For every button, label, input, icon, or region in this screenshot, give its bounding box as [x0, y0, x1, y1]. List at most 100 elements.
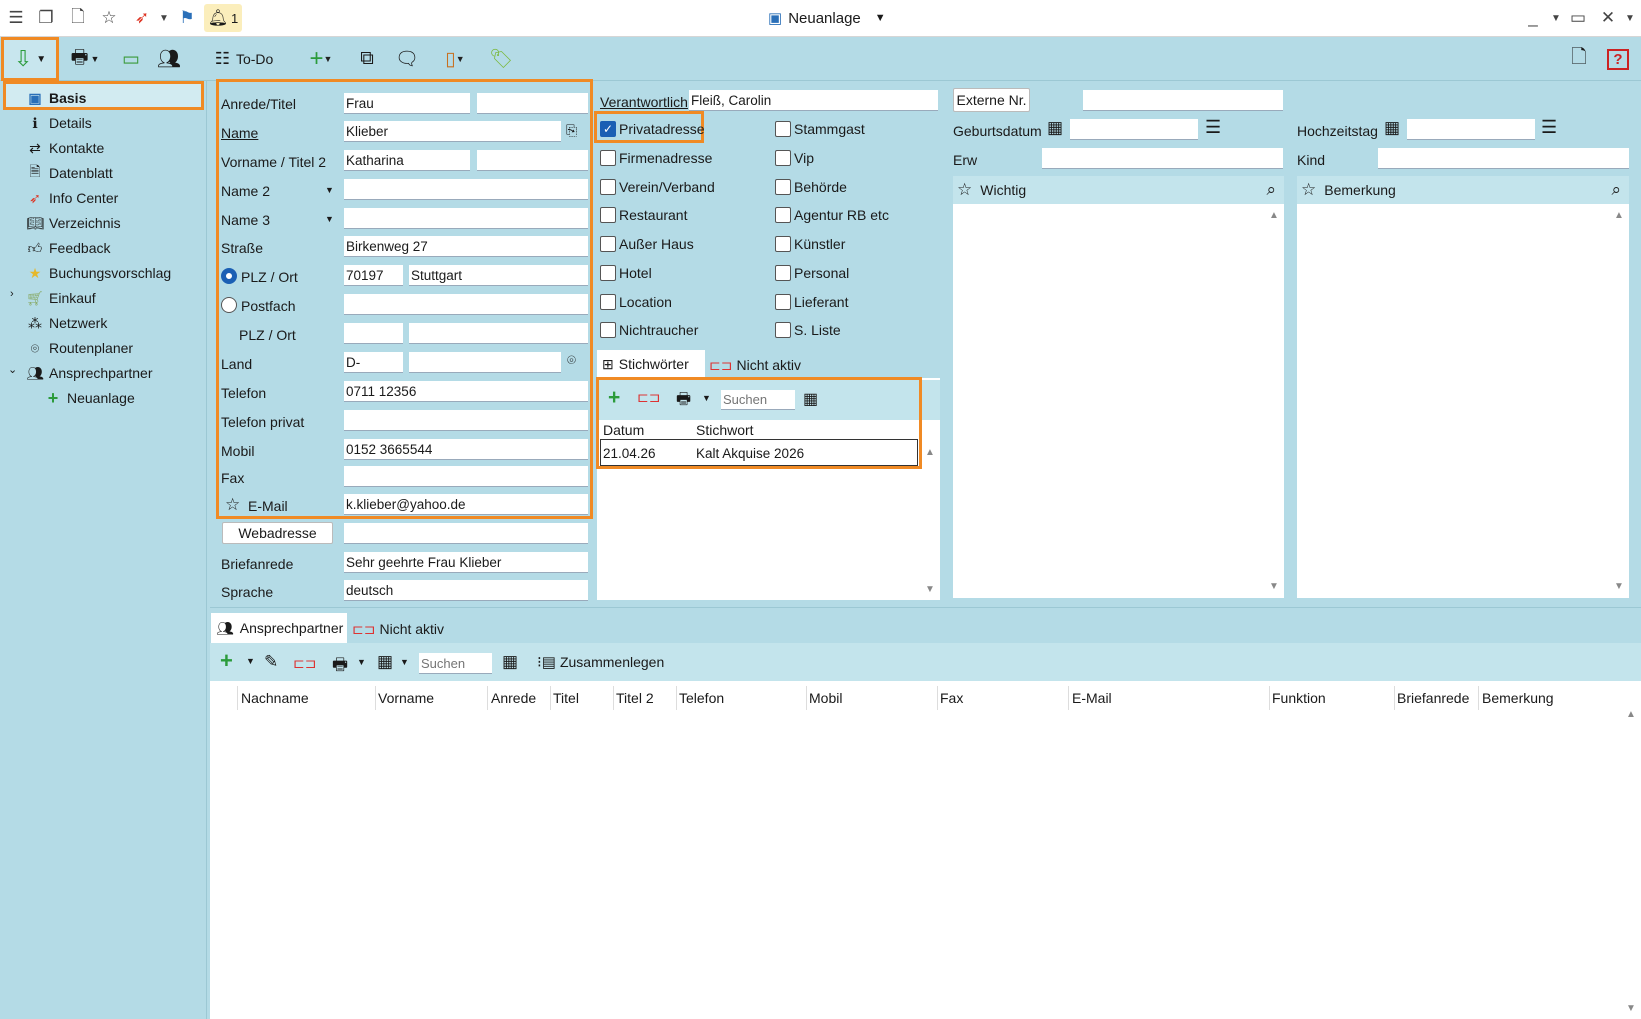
column-funktion[interactable]: Funktion [1272, 690, 1326, 706]
s-liste-checkbox[interactable] [775, 322, 791, 338]
history-button[interactable]: 🗋 [1563, 44, 1595, 74]
scroll-down-icon[interactable]: ▼ [1269, 581, 1279, 592]
titel-field[interactable] [477, 93, 588, 114]
verantwortlich-label-link[interactable]: Verantwortlich [600, 94, 688, 110]
deactivate-icon[interactable]: ⊏⊐ [293, 655, 316, 672]
help-button[interactable]: ? [1605, 44, 1631, 74]
kuenstler-checkbox[interactable] [775, 236, 791, 252]
anrede-field[interactable]: Frau [344, 93, 470, 114]
column-nachname[interactable]: Nachname [241, 690, 309, 706]
zoom-icon[interactable]: ⌕ [1266, 180, 1276, 200]
plz-field[interactable]: 70197 [344, 265, 403, 286]
mobil-field[interactable]: 0152 3665544 [344, 439, 588, 460]
webadresse-field[interactable] [344, 523, 588, 544]
zoom-icon[interactable]: ⌕ [1611, 180, 1621, 200]
postfach-radio[interactable] [221, 297, 237, 313]
webadresse-button[interactable]: Webadresse [222, 522, 333, 544]
nichtraucher-checkbox[interactable] [600, 322, 616, 338]
chevron-down-icon[interactable]: ▼ [400, 657, 409, 667]
duplicate-check-icon[interactable]: ⎘ [566, 122, 577, 139]
maximize-icon[interactable]: ▭ [1566, 7, 1590, 29]
sidebar-item-netzwerk[interactable]: ⁂ Netzwerk [26, 311, 107, 335]
column-mobil[interactable]: Mobil [809, 690, 842, 706]
land-name-field[interactable] [409, 352, 561, 373]
hochzeitstag-field[interactable] [1407, 119, 1535, 140]
ort-field[interactable]: Stuttgart [409, 265, 588, 286]
star-outline-icon[interactable]: ☆ [225, 495, 240, 515]
name2-field[interactable] [344, 179, 588, 200]
minimize-icon[interactable]: _ [1521, 7, 1545, 29]
ausser-haus-checkbox[interactable] [600, 236, 616, 252]
map-pin-icon[interactable]: ⌾ [567, 352, 576, 369]
scroll-down-icon[interactable]: ▼ [925, 584, 935, 595]
contact-search-input[interactable] [419, 653, 492, 674]
strasse-field[interactable]: Birkenweg 27 [344, 236, 588, 257]
scroll-up-icon[interactable]: ▲ [1269, 210, 1279, 221]
column-telefon[interactable]: Telefon [679, 690, 724, 706]
verantwortlich-field[interactable]: Fleiß, Carolin [689, 90, 938, 111]
table-export-icon[interactable]: ▦ [502, 652, 518, 672]
save-button[interactable]: ⇩ ▼ [1, 37, 59, 81]
agentur-checkbox[interactable] [775, 207, 791, 223]
chevron-down-icon[interactable]: ▼ [91, 54, 100, 64]
hotel-checkbox[interactable] [600, 265, 616, 281]
add-contact-icon[interactable]: + [220, 648, 233, 674]
sidebar-item-kontakte[interactable]: ⇄ Kontakte [26, 136, 104, 160]
column-datum[interactable]: Datum [603, 422, 644, 438]
telefon-field[interactable]: 0711 12356 [344, 381, 588, 402]
tag-button[interactable]: ▭ [114, 44, 148, 74]
vorname-field[interactable]: Katharina [344, 150, 470, 171]
label-tag-button[interactable]: 🏷︎ [486, 44, 516, 74]
geburtsdatum-field[interactable] [1070, 119, 1198, 140]
lieferant-checkbox[interactable] [775, 294, 791, 310]
todo-button[interactable]: ☷ To-Do [208, 44, 280, 74]
copy-button[interactable]: ⧉ [354, 44, 380, 74]
tab-ansprechpartner[interactable]: 👥︎ Ansprechpartner [211, 613, 347, 643]
flag-icon[interactable]: ⚑ [175, 7, 199, 29]
sidebar-item-verzeichnis[interactable]: 📖︎ Verzeichnis [26, 211, 120, 235]
restaurant-checkbox[interactable] [600, 207, 616, 223]
verein-checkbox[interactable] [600, 179, 616, 195]
chevron-down-icon[interactable]: ▼ [357, 657, 366, 667]
column-vorname[interactable]: Vorname [378, 690, 434, 706]
favorite-star-icon[interactable]: ☆ [97, 7, 121, 29]
sidebar-item-einkauf[interactable]: 🛒︎ Einkauf [26, 286, 96, 310]
firmenadresse-checkbox[interactable] [600, 150, 616, 166]
scroll-up-icon[interactable]: ▲ [1626, 709, 1636, 720]
behoerde-checkbox[interactable] [775, 179, 791, 195]
fax-field[interactable] [344, 466, 588, 487]
tab-nicht-aktiv[interactable]: ⊏⊐ Nicht aktiv [707, 352, 803, 378]
column-anrede[interactable]: Anrede [491, 690, 536, 706]
titel2-field[interactable] [477, 150, 588, 171]
close-icon[interactable]: ✕ [1596, 7, 1620, 29]
sidebar-item-buchungsvorschlag[interactable]: ★ Buchungsvorschlag [26, 261, 171, 285]
calendar-icon[interactable]: ▦ [1047, 118, 1063, 138]
kind-field[interactable] [1378, 148, 1629, 169]
sidebar-item-info-center[interactable]: ➶ Info Center [26, 186, 118, 210]
printer-icon[interactable]: 🖶︎ [332, 652, 348, 681]
windows-icon[interactable]: ❐ [34, 7, 58, 29]
column-titel[interactable]: Titel [553, 690, 579, 706]
clipboard-button[interactable]: ▯ ▼ [436, 44, 474, 74]
tab-stichwoerter[interactable]: ⊞ Stichwörter [597, 350, 705, 378]
sidebar-item-neuanlage[interactable]: + Neuanlage [44, 386, 135, 410]
plz-postfach-field[interactable] [344, 323, 403, 344]
chevron-down-icon[interactable]: ▼ [246, 656, 255, 666]
tab-ansprechpartner-nicht-aktiv[interactable]: ⊏⊐ Nicht aktiv [352, 615, 448, 643]
chevron-down-icon[interactable]: ▼ [1544, 7, 1568, 29]
notification-button[interactable]: 🔔︎ 1 [204, 4, 242, 32]
erw-field[interactable] [1042, 148, 1283, 169]
postfach-field[interactable] [344, 294, 588, 315]
scroll-down-icon[interactable]: ▼ [1626, 1003, 1636, 1014]
chevron-down-icon[interactable]: ▼ [1618, 7, 1641, 29]
sidebar-item-feedback[interactable]: 👍︎ Feedback [26, 236, 111, 260]
print-button[interactable]: 🖶︎ ▼ [64, 44, 106, 74]
plz-ort-radio[interactable] [221, 268, 237, 284]
externe-nr-button[interactable]: Externe Nr. [953, 88, 1030, 112]
chevron-down-icon[interactable]: ▼ [36, 54, 46, 65]
scroll-up-icon[interactable]: ▲ [1614, 210, 1624, 221]
sprache-field[interactable]: deutsch [344, 580, 588, 601]
table-view-icon[interactable]: ▦ [377, 652, 393, 672]
list-menu-icon[interactable]: ☰ [1205, 117, 1221, 138]
column-fax[interactable]: Fax [940, 690, 963, 706]
